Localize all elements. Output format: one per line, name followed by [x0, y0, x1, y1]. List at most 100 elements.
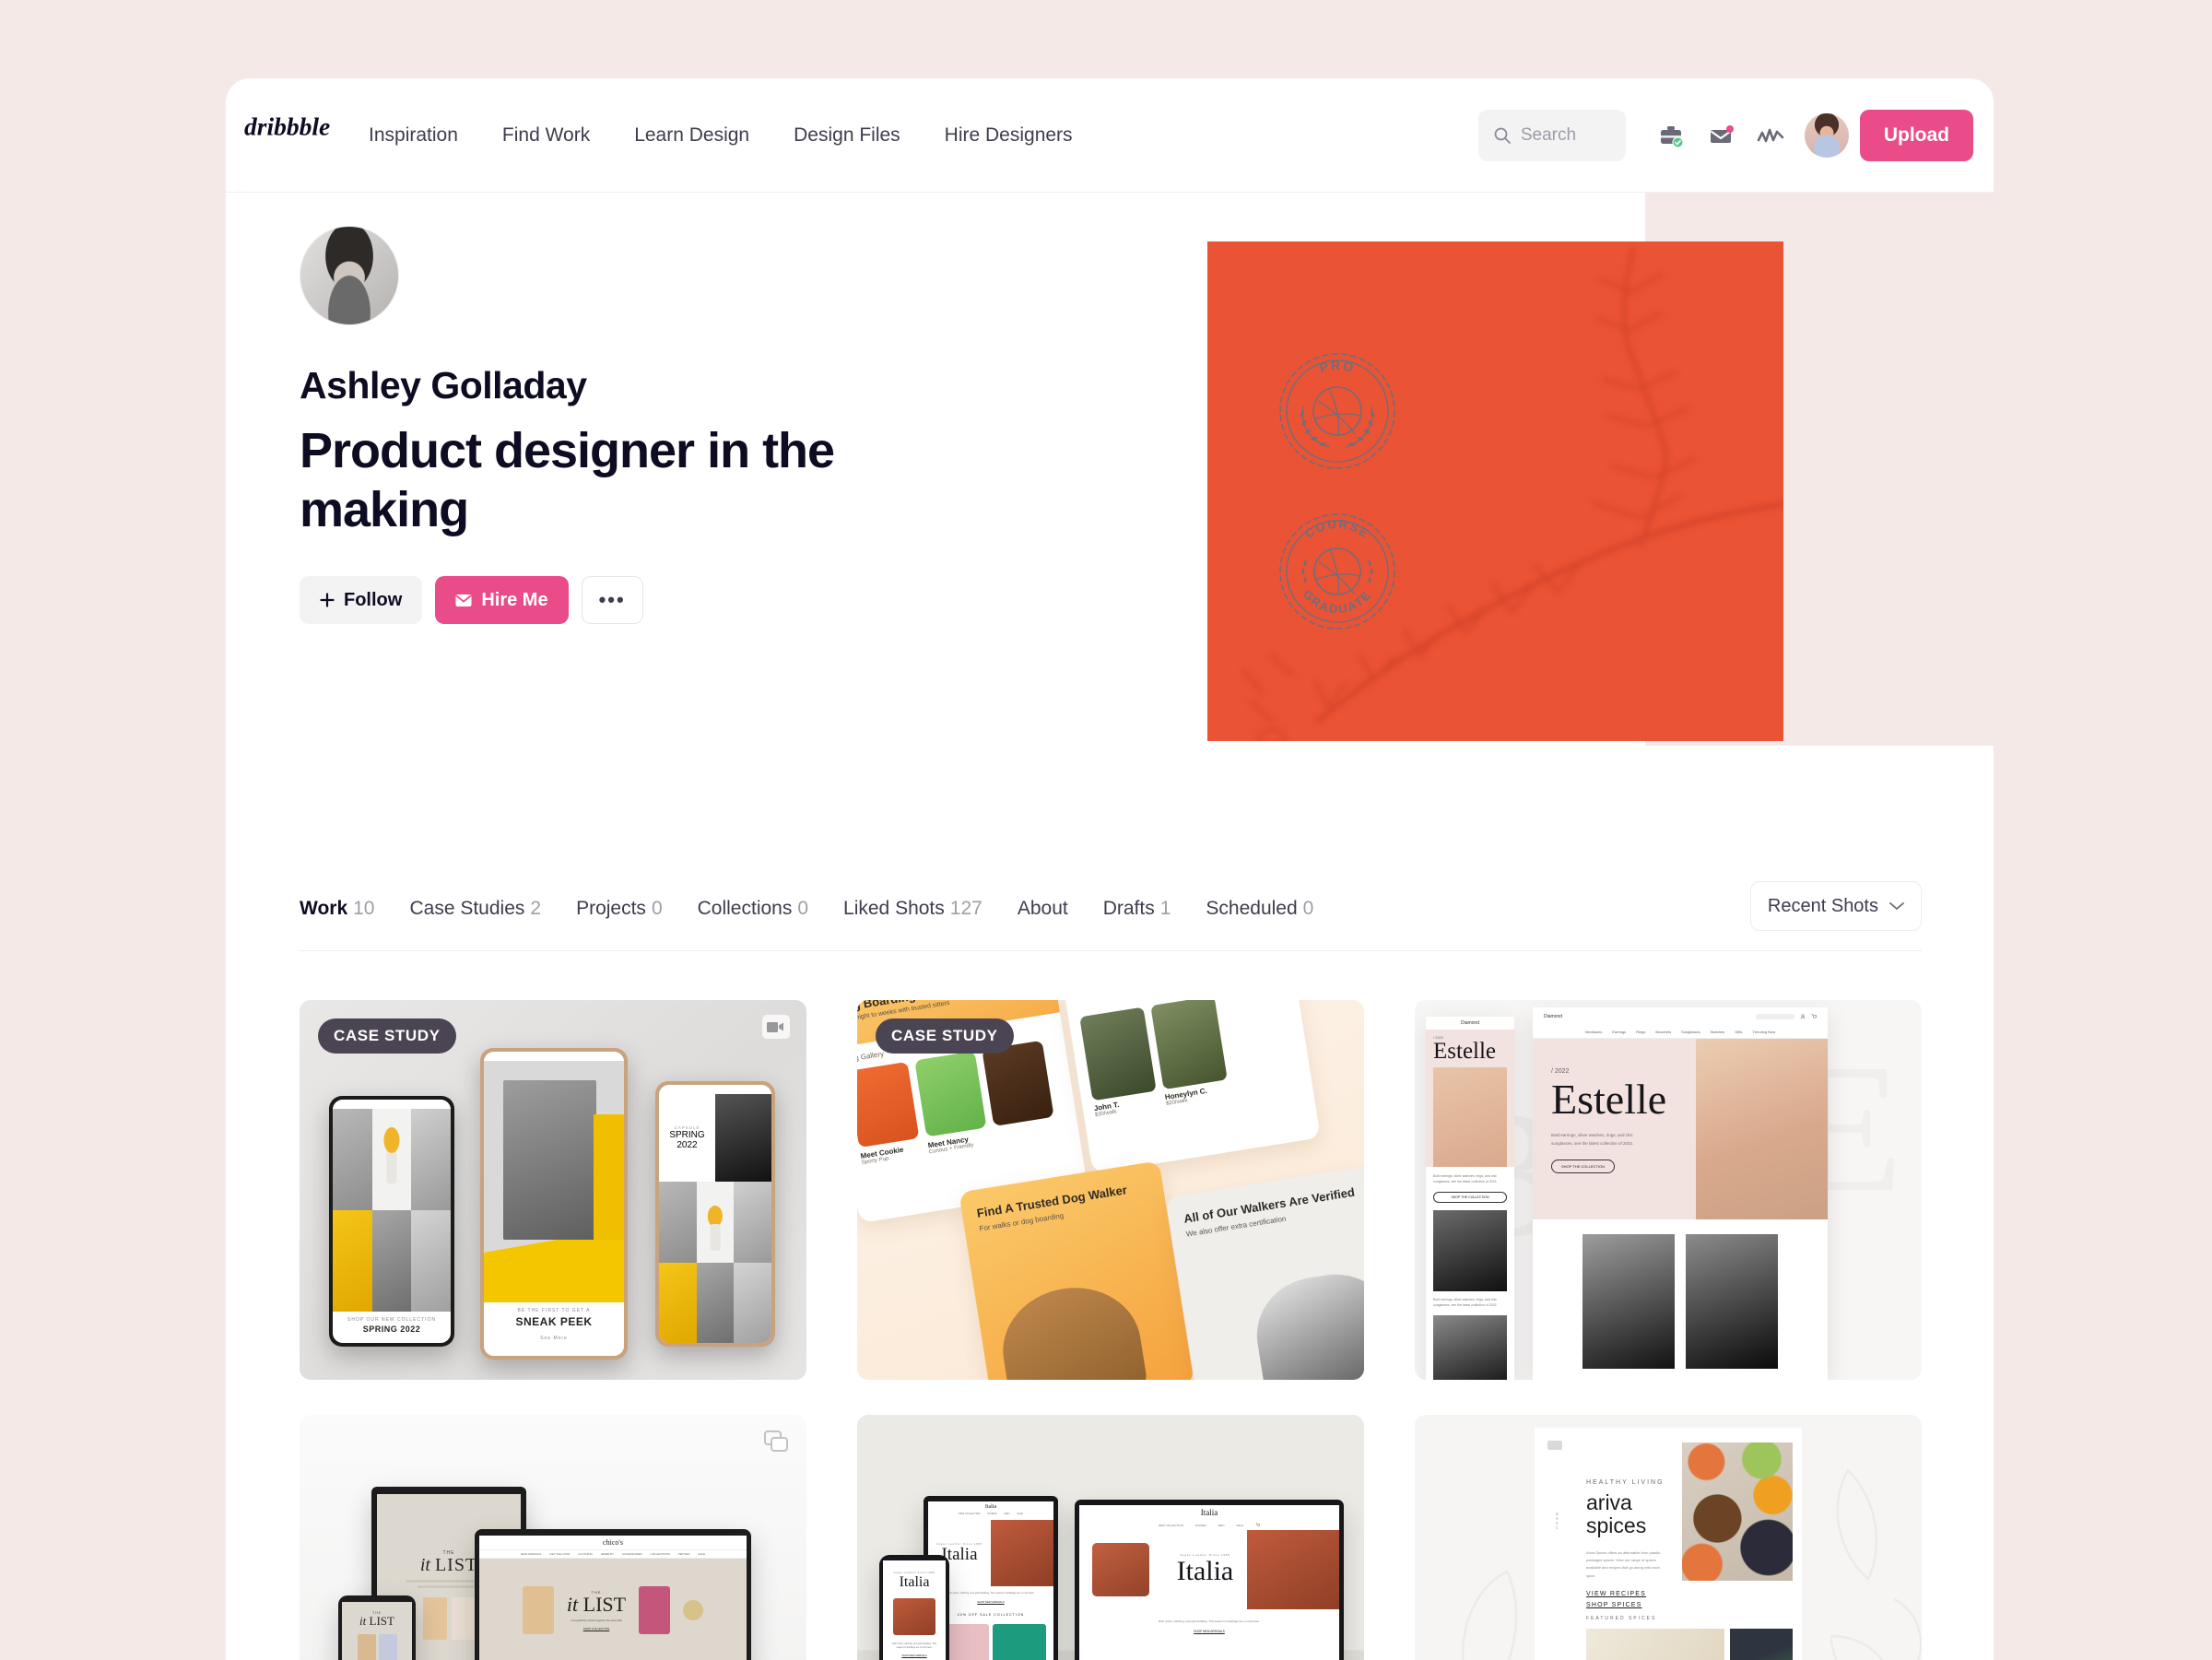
sort-label: Recent Shots — [1767, 895, 1878, 916]
tab-scheduled-count: 0 — [1302, 897, 1314, 919]
follow-label: Follow — [344, 589, 403, 610]
shot3-nav-3[interactable]: Bracelets — [1655, 1030, 1671, 1034]
analytics-icon[interactable] — [1746, 111, 1795, 160]
shot3-body-mobile: Bold earrings, silver watches, rings, an… — [1433, 1174, 1498, 1183]
walkers-card: John T. $30/walk Honeylyn C. $20/walk — [1063, 1000, 1321, 1174]
tab-work[interactable]: Work 10 — [300, 898, 409, 920]
shot1-phone1-kicker: SHOP OUR NEW COLLECTION — [347, 1317, 436, 1323]
tab-work-label: Work — [300, 897, 348, 919]
tab-case-studies[interactable]: Case Studies 2 — [409, 898, 576, 920]
shot3-nav-2[interactable]: Rings — [1636, 1030, 1645, 1034]
cart-icon — [1255, 1523, 1261, 1526]
nav-item-learn-design[interactable]: Learn Design — [612, 124, 771, 147]
nav-item-hire-designers[interactable]: Hire Designers — [923, 124, 1095, 147]
avatar[interactable] — [1804, 113, 1849, 158]
tab-collections-count: 0 — [797, 897, 809, 919]
tab-liked-shots[interactable]: Liked Shots 127 — [843, 898, 1018, 920]
briefcase-verified-icon[interactable] — [1646, 111, 1696, 160]
shot5-cta-phone[interactable]: SHOP NEW ARRIVALS — [883, 1654, 946, 1657]
shot-card[interactable]: MENU HEALTHY LIVING ariva spices Ariva S… — [1415, 1415, 1922, 1660]
shot-card[interactable]: CASE STUDY SHOP OUR NEW COLLECTION SPRIN… — [300, 1000, 806, 1380]
phone-mockup: Vegan Leather Since 1985 Italia Rich col… — [879, 1555, 949, 1660]
shot1-phone2-more: See More — [540, 1336, 568, 1341]
course-badge-bottom-text: GRADUATE — [1300, 587, 1372, 616]
shot3-cta-mobile[interactable]: SHOP THE COLLECTION — [1433, 1191, 1507, 1203]
shot3-cta[interactable]: SHOP THE COLLECTION — [1551, 1160, 1615, 1174]
shot5-body-tablet: Rich colors, stitching, and gold detaili… — [947, 1592, 1035, 1595]
tab-about[interactable]: About — [1018, 898, 1103, 920]
tab-collections[interactable]: Collections 0 — [698, 898, 843, 920]
search-icon — [1494, 127, 1511, 144]
tab-projects[interactable]: Projects 0 — [576, 898, 698, 920]
tab-collections-label: Collections — [697, 897, 793, 919]
search-input[interactable]: Search — [1477, 110, 1626, 161]
shot3-brand-mobile: Diamond — [1426, 1017, 1514, 1030]
pro-badge[interactable]: PRO — [1272, 346, 1403, 477]
search-placeholder: Search — [1520, 125, 1577, 145]
main-nav: Inspiration Find Work Learn Design Desig… — [369, 78, 1095, 193]
shot3-body: Bold earrings, silver watches, rings, an… — [1551, 1133, 1634, 1146]
case-study-badge: CASE STUDY — [318, 1018, 456, 1054]
profile-actions: Follow Hire Me ••• — [300, 576, 889, 625]
site-header: dribbble Inspiration Find Work Learn Des… — [226, 78, 1994, 193]
phone-mockup: THE it LIST — [338, 1595, 416, 1660]
shot6-link-recipes[interactable]: VIEW RECIPES — [1586, 1591, 1665, 1597]
ariva-page-mockup: MENU HEALTHY LIVING ariva spices Ariva S… — [1535, 1428, 1802, 1660]
tab-projects-count: 0 — [651, 897, 663, 919]
profile-section: Ashley Golladay Product designer in the … — [300, 226, 889, 625]
upload-button[interactable]: Upload — [1859, 110, 1973, 161]
shot6-title-2: spices — [1586, 1513, 1647, 1538]
plus-icon — [320, 593, 335, 608]
shot3-brand: Diamond — [1544, 1014, 1563, 1019]
laptop-mockup: Italia NEW COLLECTION WOMEN MEN SALE Vegan … — [1075, 1500, 1344, 1660]
shot3-nav-6[interactable]: Gifts — [1735, 1030, 1742, 1034]
estelle-desktop-mockup: Diamond Necklaces Earrings Rings Bracele… — [1533, 1007, 1828, 1380]
tab-liked-shots-label: Liked Shots — [843, 897, 945, 919]
shot-card[interactable]: B E Diamond / 2022 Estelle Bold earrings… — [1415, 1000, 1922, 1380]
pro-badge-text: PRO — [1318, 358, 1355, 375]
tab-case-studies-count: 2 — [530, 897, 542, 919]
shot3-nav-5[interactable]: Watches — [1711, 1030, 1724, 1034]
shot3-nav-7[interactable]: Trending Now — [1752, 1030, 1775, 1034]
shot4-cta[interactable]: SHOP COLLECTION — [567, 1627, 626, 1631]
tab-about-label: About — [1017, 897, 1068, 919]
case-study-badge: CASE STUDY — [876, 1018, 1014, 1054]
nav-item-inspiration[interactable]: Inspiration — [369, 124, 480, 147]
shot5-cta-tablet[interactable]: SHOP NEW ARRIVALS — [937, 1600, 1044, 1604]
envelope-icon — [455, 594, 472, 606]
shot6-body: Ariva Spices offers an alternative from … — [1586, 1549, 1662, 1578]
shot5-body: Rich colors, stitching, and gold detaili… — [1159, 1619, 1260, 1623]
follow-button[interactable]: Follow — [300, 576, 423, 625]
sort-dropdown[interactable]: Recent Shots — [1749, 881, 1922, 931]
shot1-phone1-title: SPRING 2022 — [362, 1324, 421, 1334]
shot5-cta[interactable]: SHOP NEW ARRIVALS — [1107, 1630, 1312, 1633]
nav-item-design-files[interactable]: Design Files — [771, 124, 923, 147]
envelope-notification-icon[interactable] — [1696, 111, 1746, 160]
profile-avatar[interactable] — [300, 226, 399, 325]
shot4-title-it: it — [566, 1593, 579, 1616]
svg-text:PRO: PRO — [1318, 358, 1357, 375]
shot3-nav-1[interactable]: Earrings — [1612, 1030, 1626, 1034]
shot3-nav-4[interactable]: Sunglasses — [1681, 1030, 1700, 1034]
multi-shot-icon — [764, 1430, 788, 1452]
shot6-link-shop[interactable]: SHOP SPICES — [1586, 1602, 1665, 1608]
nav-item-find-work[interactable]: Find Work — [480, 124, 612, 147]
hire-me-button[interactable]: Hire Me — [435, 576, 569, 625]
more-options-button[interactable]: ••• — [581, 576, 643, 625]
shots-grid: CASE STUDY SHOP OUR NEW COLLECTION SPRIN… — [300, 1000, 1922, 1660]
dribbble-logo[interactable]: dribbble — [244, 112, 346, 143]
tab-scheduled[interactable]: Scheduled 0 — [1206, 898, 1348, 920]
shot-card[interactable]: THE it LIST THE it LIST chico's NEW ARRI… — [300, 1415, 806, 1660]
shot4-brand: chico's — [603, 1538, 623, 1547]
shot3-nav-0[interactable]: Necklaces — [1585, 1030, 1602, 1034]
shot-card[interactable]: Italia NEW COLLECTION WOMEN MEN SALE Vegan … — [857, 1415, 1364, 1660]
profile-tabs: Work 10 Case Studies 2 Projects 0 Collectio… — [300, 866, 1922, 951]
shot3-body2-mobile: Bold earrings, silver watches, rings, an… — [1433, 1297, 1498, 1307]
shot-card[interactable]: CASE STUDY Dog Boarding From night to we… — [857, 1000, 1364, 1380]
shot6-title-1: ariva — [1586, 1490, 1632, 1514]
course-graduate-badge[interactable]: COURSE GRADUATE — [1272, 506, 1403, 637]
tab-work-count: 10 — [353, 897, 375, 919]
profile-headline: Product designer in the making — [300, 423, 835, 537]
hire-me-label: Hire Me — [481, 589, 548, 610]
tab-drafts[interactable]: Drafts 1 — [1103, 898, 1206, 920]
